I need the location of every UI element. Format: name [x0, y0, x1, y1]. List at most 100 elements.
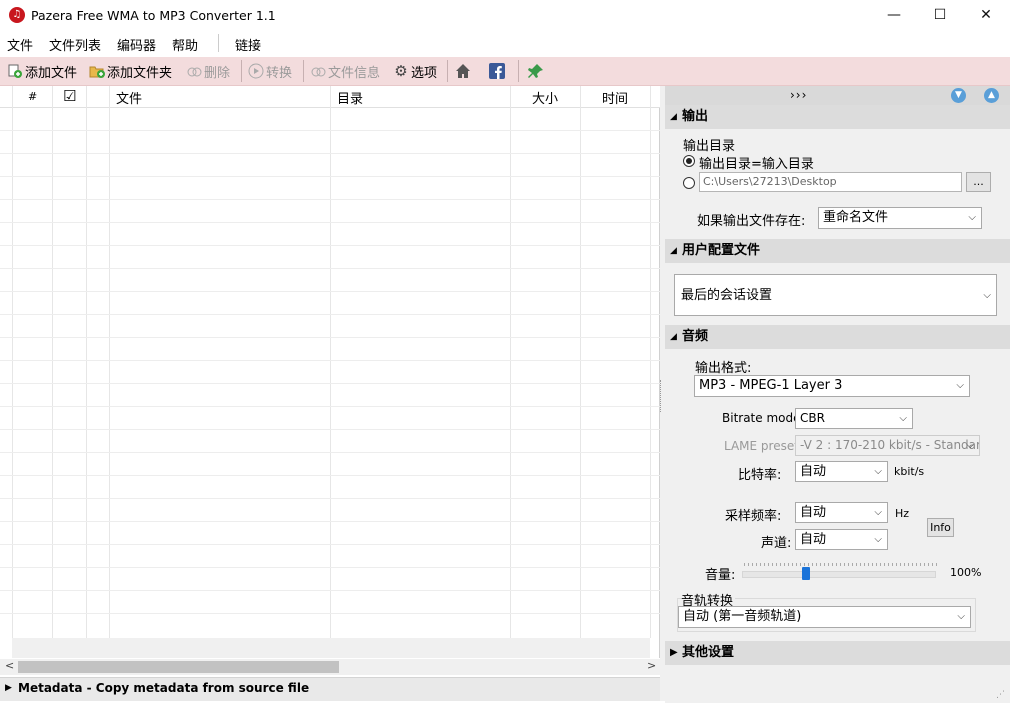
channels-select[interactable]: 自动 ⌵ [795, 529, 888, 550]
collapse-all-icon[interactable]: ▼ [951, 88, 966, 103]
slider-tick [832, 563, 833, 566]
scroll-left-icon[interactable]: < [5, 659, 14, 672]
column-header-size[interactable]: 大小 [532, 88, 558, 107]
column-header-number[interactable]: # [28, 90, 37, 103]
expand-triangle-icon[interactable]: ▶ [5, 683, 12, 693]
maximize-button[interactable]: ☐ [917, 0, 963, 31]
close-button[interactable]: ✕ [963, 0, 1009, 31]
expand-panel-button[interactable]: ››› [790, 88, 807, 102]
delete-button[interactable]: 删除 [186, 61, 230, 81]
channels-label: 声道: [761, 536, 792, 551]
options-button[interactable]: ⚙ 选项 [393, 61, 437, 81]
file-info-button[interactable]: 文件信息 [310, 61, 380, 81]
track-conversion-select[interactable]: 自动 (第一音频轨道) ⌵ [678, 606, 971, 628]
volume-value: 100% [950, 566, 982, 579]
slider-tick [808, 563, 809, 566]
if-exists-select[interactable]: 重命名文件 ⌵ [818, 207, 982, 229]
row-gridline [0, 245, 660, 246]
browse-button[interactable]: ... [966, 172, 991, 192]
expand-all-icon[interactable]: ▲ [984, 88, 999, 103]
splitter-grip[interactable] [660, 380, 663, 412]
section-audio-header[interactable]: ◢ 音频 [665, 325, 1010, 349]
slider-tick [876, 563, 877, 566]
section-profile-header[interactable]: ◢ 用户配置文件 [665, 239, 1010, 263]
slider-tick [868, 563, 869, 566]
section-output-header[interactable]: ◢ 输出 [665, 105, 1010, 129]
profile-select[interactable]: 最后的会话设置 ⌵ [674, 274, 997, 316]
if-exists-label: 如果输出文件存在: [697, 214, 806, 229]
scroll-right-icon[interactable]: > [647, 659, 656, 672]
slider-tick [840, 563, 841, 566]
home-button[interactable] [455, 61, 473, 81]
output-format-select[interactable]: MP3 - MPEG-1 Layer 3 ⌵ [694, 375, 970, 397]
lame-preset-label: LAME preset: [724, 439, 803, 453]
sample-rate-label: 采样频率: [725, 509, 782, 524]
minimize-button[interactable]: — [871, 0, 917, 31]
row-gridline [0, 406, 660, 407]
toolbar-separator [447, 60, 448, 82]
pin-button[interactable] [528, 61, 546, 81]
slider-tick [744, 563, 745, 566]
column-header-directory[interactable]: 目录 [337, 88, 363, 107]
slider-tick [756, 563, 757, 566]
slider-tick [848, 563, 849, 566]
radio-same-dir-label: 输出目录=输入目录 [699, 157, 814, 172]
if-exists-value: 重命名文件 [823, 210, 889, 225]
row-gridline [0, 544, 660, 545]
menu-link[interactable]: 链接 [235, 35, 261, 54]
slider-tick [816, 563, 817, 566]
menu-help[interactable]: 帮助 [172, 35, 198, 54]
delete-icon [186, 63, 202, 79]
bitrate-mode-select[interactable]: CBR ⌵ [795, 408, 913, 429]
slider-tick [932, 563, 933, 566]
custom-dir-input[interactable]: C:\Users\27213\Desktop [699, 172, 962, 192]
volume-slider-thumb[interactable] [802, 567, 811, 580]
scrollbar-thumb[interactable] [18, 661, 339, 673]
sample-rate-select[interactable]: 自动 ⌵ [795, 502, 888, 523]
slider-tick [904, 563, 905, 566]
options-label: 选项 [411, 65, 438, 81]
add-file-button[interactable]: 添加文件 [7, 61, 77, 81]
slider-tick [844, 563, 845, 566]
column-header-time[interactable]: 时间 [602, 88, 628, 107]
metadata-label: Metadata - Copy metadata from source fil… [18, 681, 310, 695]
add-folder-button[interactable]: 添加文件夹 [89, 61, 172, 81]
row-gridline [0, 452, 660, 453]
select-all-checkbox[interactable]: ☑ [63, 87, 76, 105]
row-gridline [0, 567, 660, 568]
convert-button[interactable]: 转换 [248, 61, 292, 81]
expand-triangle-icon: ▶ [670, 647, 678, 658]
section-output-title: 输出 [682, 109, 709, 124]
bitrate-select[interactable]: 自动 ⌵ [795, 461, 888, 482]
track-conversion-value: 自动 (第一音频轨道) [683, 609, 802, 624]
delete-label: 删除 [204, 65, 231, 81]
slider-tick [784, 563, 785, 566]
radio-custom-dir[interactable] [683, 177, 695, 189]
bitrate-unit: kbit/s [894, 465, 925, 478]
slider-tick [896, 563, 897, 566]
menu-encoder[interactable]: 编码器 [117, 35, 156, 54]
column-header-file[interactable]: 文件 [116, 88, 142, 107]
menu-file[interactable]: 文件 [7, 35, 33, 54]
info-button[interactable]: Info [927, 518, 954, 537]
slider-tick [872, 563, 873, 566]
volume-slider[interactable] [742, 571, 936, 578]
menu-file-list[interactable]: 文件列表 [49, 35, 101, 54]
radio-same-dir[interactable] [683, 155, 695, 167]
row-gridline [0, 383, 660, 384]
chevron-down-icon: ⌵ [968, 212, 976, 223]
facebook-button[interactable] [489, 61, 507, 81]
output-format-label: 输出格式: [695, 361, 752, 376]
lame-preset-select[interactable]: -V 2 : 170-210 kbit/s - Standard ⌵ [795, 435, 980, 456]
resize-grip-icon[interactable]: ⋰ [996, 690, 1008, 702]
slider-tick [936, 563, 937, 566]
slider-tick [924, 563, 925, 566]
slider-tick [772, 563, 773, 566]
column-divider [580, 86, 581, 638]
slider-tick [860, 563, 861, 566]
section-other-header[interactable]: ▶ 其他设置 [665, 641, 1010, 665]
collapse-triangle-icon: ◢ [670, 246, 677, 256]
slider-tick [792, 563, 793, 566]
slider-tick [928, 563, 929, 566]
slider-tick [788, 563, 789, 566]
